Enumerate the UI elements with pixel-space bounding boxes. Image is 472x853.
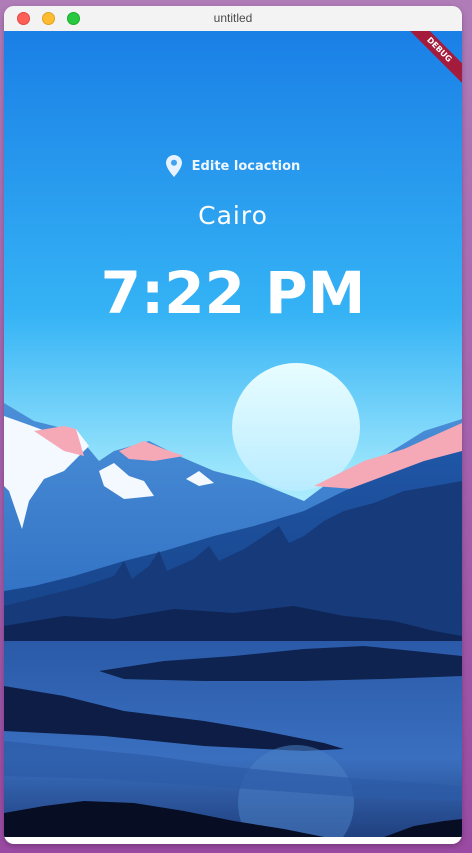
current-time: 7:22 PM <box>100 259 366 327</box>
edit-location-row[interactable]: Edite locaction <box>4 154 462 178</box>
app-content: Edite locaction Cairo 7:22 PM DEBUG <box>4 31 462 837</box>
window-title: untitled <box>213 11 253 25</box>
debug-banner: DEBUG <box>402 31 462 87</box>
location-pin-icon <box>165 155 182 177</box>
edit-location-button[interactable]: Edite locaction <box>192 159 301 174</box>
window-titlebar: untitled <box>4 6 462 32</box>
city-name: Cairo <box>198 201 268 230</box>
debug-banner-container: DEBUG <box>402 31 462 91</box>
landscape-background <box>4 31 462 837</box>
app-window: untitled Edite locaction Cairo 7:22 PM D… <box>4 6 462 844</box>
